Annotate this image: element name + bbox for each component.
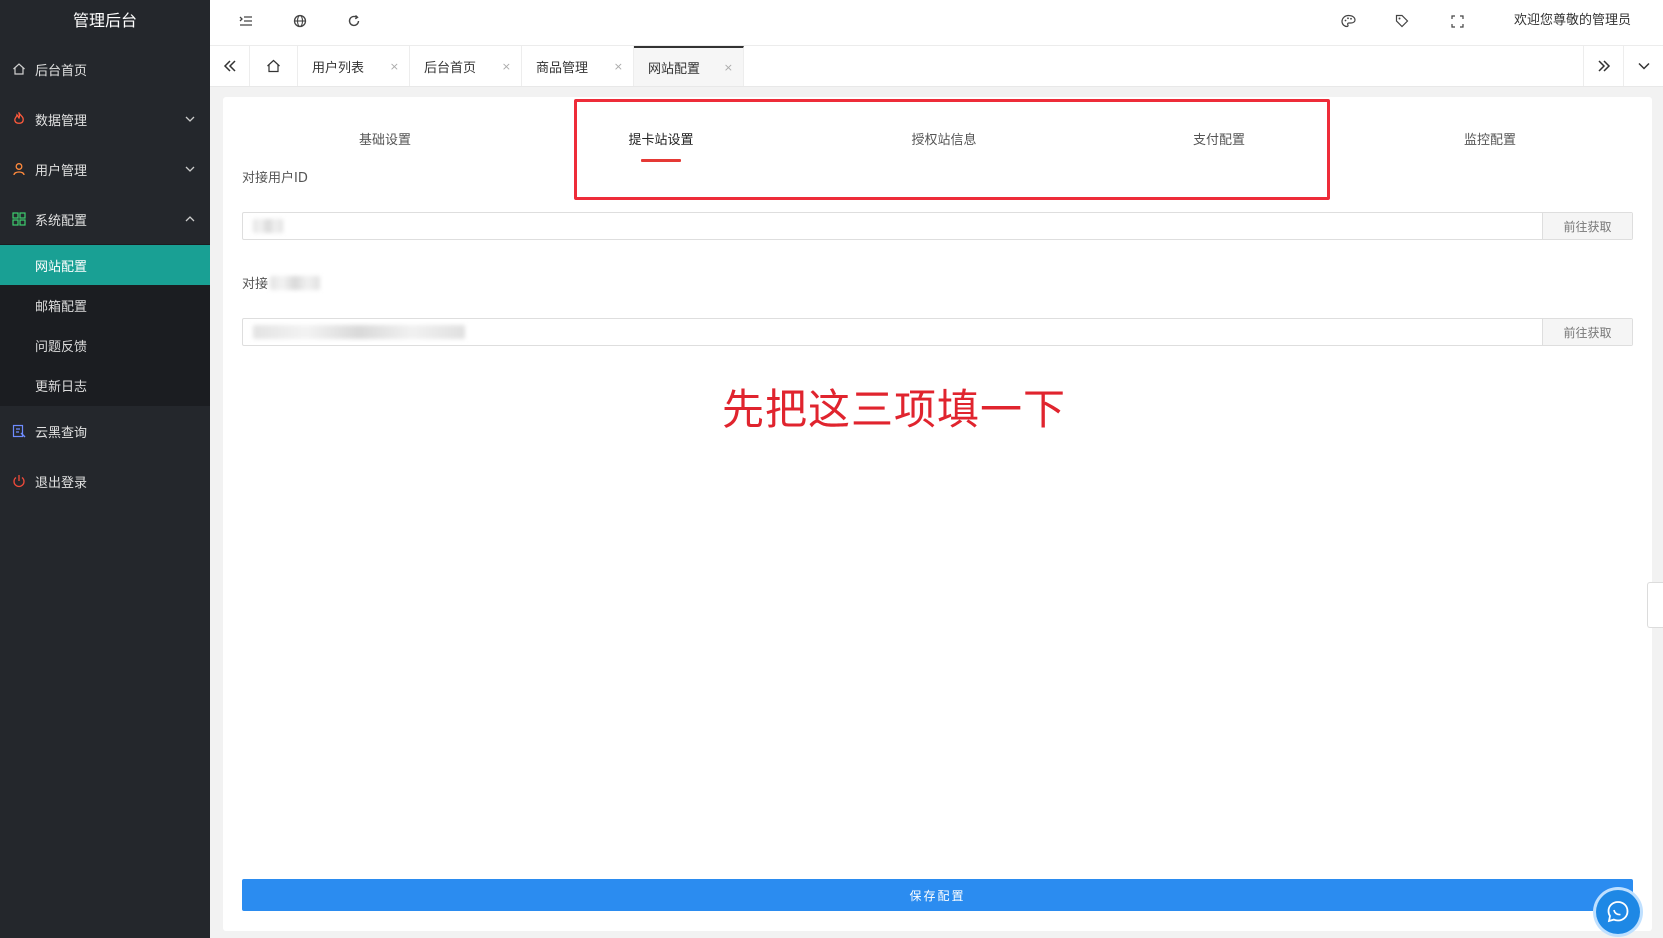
chevron-down-icon — [1637, 62, 1650, 70]
close-icon[interactable]: × — [724, 61, 733, 74]
apps-icon — [12, 212, 26, 226]
page-tab-bar: 用户列表 × 后台首页 × 商品管理 × 网站配置 × — [210, 46, 1663, 87]
sidebar-subitem-feedback[interactable]: 问题反馈 — [0, 325, 210, 365]
close-icon[interactable]: × — [390, 60, 399, 73]
tag-icon[interactable] — [1394, 13, 1410, 29]
field-label-key-group: 对接 — [242, 273, 321, 292]
save-config-button[interactable]: 保存配置 — [242, 879, 1633, 911]
redacted-value — [253, 219, 283, 233]
welcome-text[interactable]: 欢迎您尊敬的管理员 — [1514, 0, 1631, 42]
redacted-label — [270, 275, 321, 290]
tab-home[interactable] — [250, 46, 298, 86]
double-chevron-left-icon — [223, 60, 236, 72]
tab-label: 网站配置 — [648, 61, 701, 77]
sidebar-item-label: 用户管理 — [35, 163, 88, 179]
sidebar-item-label: 数据管理 — [35, 113, 88, 129]
annotation-text: 先把这三项填一下 — [722, 385, 1067, 434]
tab-scroll-left-button[interactable] — [210, 46, 250, 86]
get-user-id-button[interactable]: 前往获取 — [1542, 213, 1632, 239]
sidebar-item-users[interactable]: 用户管理 — [0, 144, 210, 194]
sidebar-subitem-site-config[interactable]: 网站配置 — [0, 245, 210, 285]
sidebar-item-label: 退出登录 — [35, 475, 88, 491]
menu-fold-icon[interactable] — [238, 13, 254, 29]
config-tab-monitor[interactable]: 监控配置 — [1464, 129, 1516, 148]
tab-scroll-right-button[interactable] — [1583, 46, 1623, 86]
refresh-icon[interactable] — [346, 13, 362, 29]
home-icon — [12, 62, 26, 76]
palette-icon[interactable] — [1340, 13, 1356, 29]
user-id-field-group: 前往获取 — [242, 212, 1633, 240]
sidebar-item-data[interactable]: 数据管理 — [0, 94, 210, 144]
sidebar-item-home[interactable]: 后台首页 — [0, 44, 210, 94]
redacted-value — [253, 325, 465, 339]
sidebar-item-label: 系统配置 — [35, 213, 88, 229]
tab-dashboard[interactable]: 后台首页 × — [410, 46, 522, 86]
chat-button[interactable] — [1596, 890, 1640, 934]
sidebar-title: 管理后台 — [72, 11, 137, 30]
sidebar: 管理后台 后台首页 数据管理 用户管理 系统配置 网站配置 邮箱配置 问题反馈 … — [0, 0, 210, 938]
chevron-down-icon — [184, 113, 196, 125]
globe-icon[interactable] — [292, 13, 308, 29]
chevron-up-icon — [184, 213, 196, 225]
sidebar-item-label: 后台首页 — [35, 63, 88, 79]
tab-site-config[interactable]: 网站配置 × — [634, 46, 744, 86]
annotation-highlight-box — [574, 99, 1330, 200]
side-panel-handle[interactable] — [1647, 582, 1663, 628]
config-tab-basic[interactable]: 基础设置 — [359, 129, 411, 148]
close-icon[interactable]: × — [502, 60, 511, 73]
fire-icon — [12, 112, 26, 126]
tab-label: 后台首页 — [424, 60, 477, 76]
chevron-down-icon — [184, 163, 196, 175]
power-icon — [12, 474, 26, 488]
sidebar-item-blacklist-query[interactable]: 云黑查询 — [0, 406, 210, 456]
chat-icon — [1607, 901, 1629, 923]
double-chevron-right-icon — [1597, 60, 1610, 72]
fullscreen-icon[interactable] — [1449, 13, 1465, 29]
query-icon — [12, 424, 26, 438]
sidebar-submenu: 网站配置 邮箱配置 问题反馈 更新日志 — [0, 244, 210, 406]
home-icon — [267, 59, 280, 73]
sidebar-subitem-mail-config[interactable]: 邮箱配置 — [0, 285, 210, 325]
tab-label: 用户列表 — [312, 60, 365, 76]
sidebar-item-logout[interactable]: 退出登录 — [0, 456, 210, 506]
field-label-key: 对接 — [242, 277, 269, 292]
tab-product-management[interactable]: 商品管理 × — [522, 46, 634, 86]
close-icon[interactable]: × — [614, 60, 623, 73]
main-content: 基础设置 提卡站设置 授权站信息 支付配置 监控配置 对接用户ID 前往获取 对… — [223, 97, 1652, 931]
tab-user-list[interactable]: 用户列表 × — [298, 46, 410, 86]
top-header: 欢迎您尊敬的管理员 — [210, 0, 1663, 46]
sidebar-item-system-config[interactable]: 系统配置 — [0, 194, 210, 244]
field-label-user-id: 对接用户ID — [242, 171, 308, 186]
get-key-button[interactable]: 前往获取 — [1542, 319, 1632, 345]
tab-label: 商品管理 — [536, 60, 589, 76]
user-id-input[interactable] — [243, 213, 1542, 239]
sidebar-item-label: 云黑查询 — [35, 425, 88, 441]
tab-menu-dropdown-button[interactable] — [1623, 46, 1663, 86]
user-icon — [12, 162, 26, 176]
sidebar-subitem-changelog[interactable]: 更新日志 — [0, 365, 210, 405]
